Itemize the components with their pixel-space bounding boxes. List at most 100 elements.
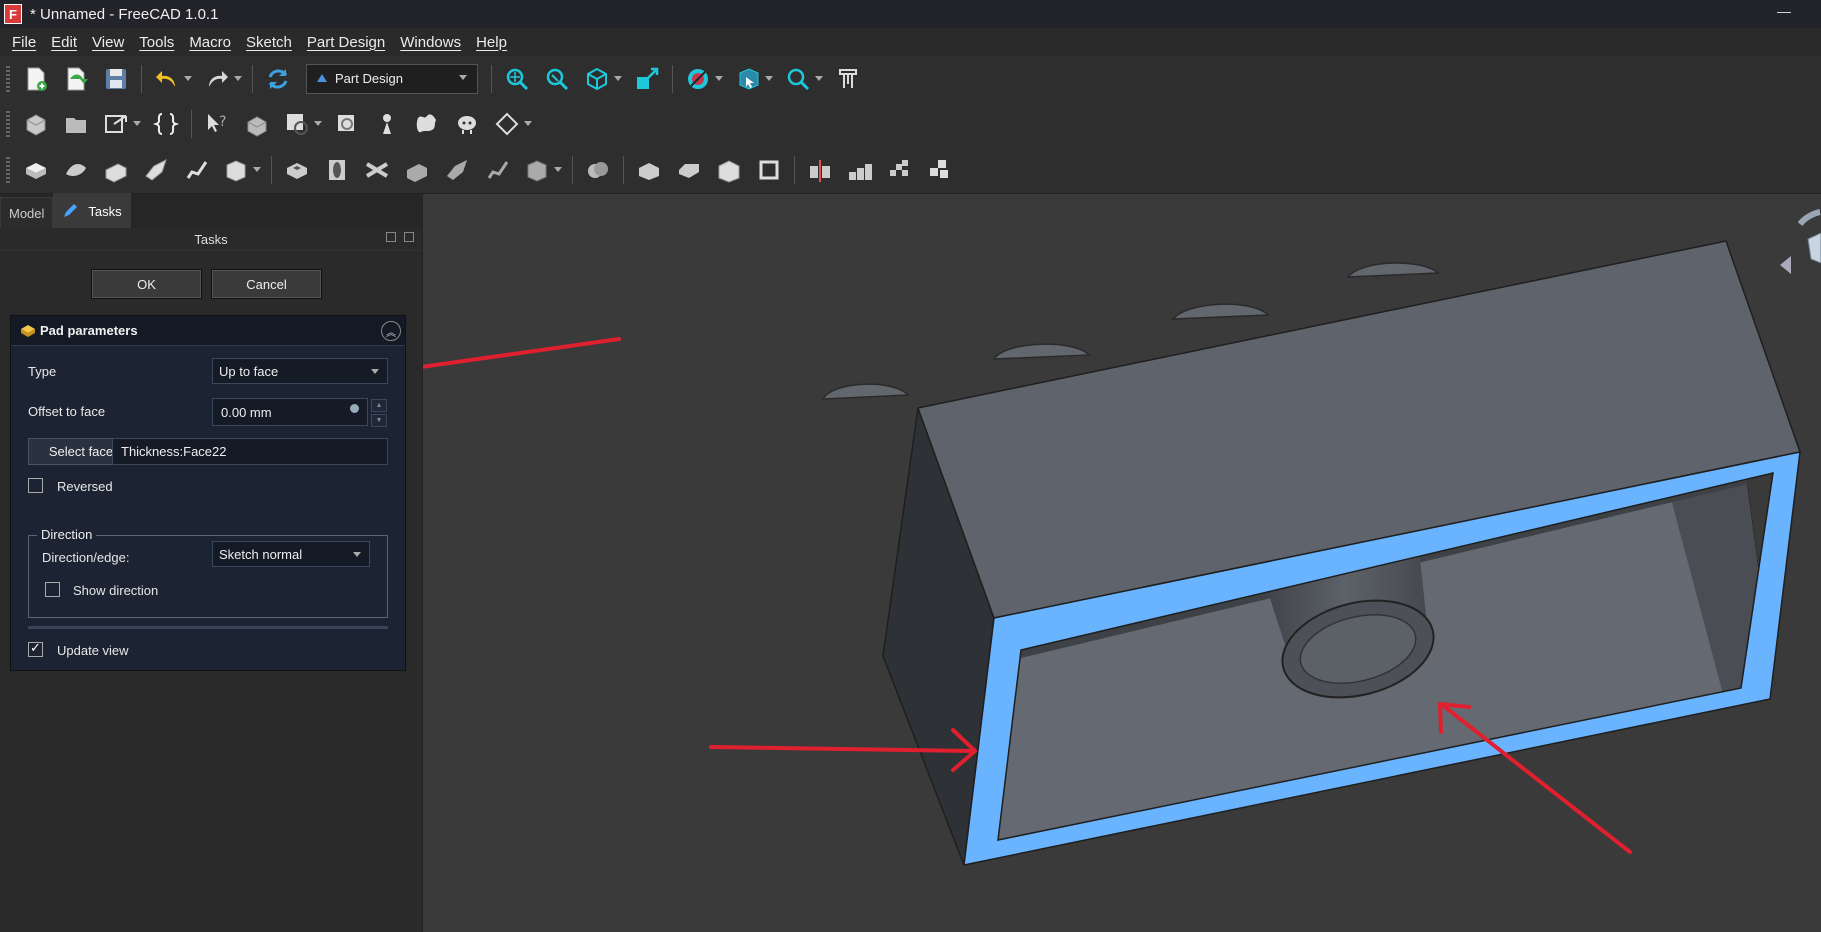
menu-view[interactable]: View [92, 34, 124, 51]
create-group-icon[interactable] [59, 107, 93, 141]
create-sketch-icon[interactable] [280, 107, 314, 141]
ok-button[interactable]: OK [91, 269, 202, 299]
fillet-icon[interactable] [632, 153, 666, 187]
tab-model[interactable]: Model [0, 197, 54, 228]
menu-part-design[interactable]: Part Design [307, 34, 385, 51]
menu-help[interactable]: Help [476, 34, 507, 51]
direction-edge-label: Direction/edge: [42, 550, 130, 565]
direction-select[interactable]: Sketch normal [212, 541, 370, 567]
pad-icon[interactable] [19, 153, 53, 187]
zoom-dropdown-arrow-icon[interactable] [814, 64, 824, 94]
minimize-button[interactable]: — [1777, 4, 1791, 20]
update-view-checkbox[interactable] [28, 640, 43, 657]
draw-style-dropdown-arrow-icon[interactable] [714, 64, 724, 94]
measure-view-icon[interactable] [630, 62, 664, 96]
tab-tasks[interactable]: Tasks [53, 193, 131, 228]
expression-icon[interactable] [350, 404, 359, 413]
selection-dropdown-arrow-icon[interactable] [764, 64, 774, 94]
view-dropdown-arrow-icon[interactable] [613, 64, 623, 94]
float-icon[interactable] [404, 232, 414, 242]
toolbar-grip[interactable] [6, 157, 10, 183]
spin-down-icon[interactable]: ▼ [371, 414, 387, 427]
show-direction-checkbox[interactable] [45, 582, 60, 597]
undo-icon[interactable] [150, 62, 184, 96]
cancel-button[interactable]: Cancel [211, 269, 322, 299]
sub-shape-binder-icon[interactable] [450, 107, 484, 141]
polar-pattern-icon[interactable] [883, 153, 917, 187]
measure-icon[interactable] [831, 62, 865, 96]
toolbar-grip[interactable] [6, 65, 10, 92]
additive-loft-icon[interactable] [99, 153, 133, 187]
menu-edit[interactable]: Edit [51, 34, 77, 51]
pencil-icon [64, 204, 78, 217]
fit-all-icon[interactable] [500, 62, 534, 96]
additive-primitive-dropdown-arrow-icon[interactable] [252, 155, 262, 185]
part-design-icon [317, 73, 327, 82]
collapse-icon[interactable]: ︽ [381, 321, 401, 341]
3d-viewport[interactable] [423, 194, 1821, 932]
save-icon[interactable] [99, 62, 133, 96]
zoom-icon[interactable] [781, 62, 815, 96]
face-reference-field[interactable]: Thickness:Face22 [112, 438, 388, 465]
selection-filter-icon[interactable] [731, 62, 765, 96]
toolbar-grip[interactable] [6, 111, 10, 137]
chamfer-icon[interactable] [672, 153, 706, 187]
redo-dropdown-arrow-icon[interactable] [233, 64, 243, 94]
dock-icon[interactable] [386, 232, 396, 242]
subtractive-primitive-icon[interactable] [520, 153, 554, 187]
menu-macro[interactable]: Macro [189, 34, 231, 51]
subtractive-helix-icon[interactable] [480, 153, 514, 187]
draft-icon[interactable] [712, 153, 746, 187]
undo-dropdown-arrow-icon[interactable] [183, 64, 193, 94]
groove-icon[interactable] [360, 153, 394, 187]
draw-style-icon[interactable] [681, 62, 715, 96]
toolbar-structure: ? [0, 101, 1821, 148]
sketch-dropdown-arrow-icon[interactable] [313, 109, 323, 139]
new-document-icon[interactable] [19, 62, 53, 96]
subtractive-primitive-dropdown-arrow-icon[interactable] [553, 155, 563, 185]
reversed-checkbox[interactable] [28, 478, 43, 493]
link-dropdown-arrow-icon[interactable] [132, 109, 142, 139]
pocket-icon[interactable] [280, 153, 314, 187]
menu-file[interactable]: File [12, 34, 36, 51]
open-document-icon[interactable] [59, 62, 93, 96]
hole-icon[interactable] [320, 153, 354, 187]
navigation-cube-left-arrow-icon[interactable] [1780, 256, 1791, 274]
body-icon[interactable] [240, 107, 274, 141]
datum-point-icon[interactable] [370, 107, 404, 141]
menu-sketch[interactable]: Sketch [246, 34, 292, 51]
fit-selection-icon[interactable] [540, 62, 574, 96]
datum-plane-icon[interactable] [490, 107, 524, 141]
isometric-view-icon[interactable] [580, 62, 614, 96]
mirrored-icon[interactable] [803, 153, 837, 187]
thickness-icon[interactable] [752, 153, 786, 187]
stud [992, 343, 1091, 360]
subtractive-pipe-icon[interactable] [440, 153, 474, 187]
shape-binder-icon[interactable] [410, 107, 444, 141]
type-select[interactable]: Up to face [212, 358, 388, 384]
multi-transform-icon[interactable] [923, 153, 957, 187]
revolution-icon[interactable] [59, 153, 93, 187]
validate-sketch-icon[interactable] [330, 107, 364, 141]
whats-this-icon[interactable]: ? [200, 107, 234, 141]
datum-dropdown-arrow-icon[interactable] [523, 109, 533, 139]
tab-tasks-label: Tasks [88, 203, 122, 219]
boolean-icon[interactable] [581, 153, 615, 187]
additive-primitive-icon[interactable] [219, 153, 253, 187]
variable-set-icon[interactable] [149, 107, 183, 141]
link-icon[interactable] [99, 107, 133, 141]
menu-windows[interactable]: Windows [400, 34, 461, 51]
reversed-row: Reversed [11, 477, 405, 497]
additive-helix-icon[interactable] [179, 153, 213, 187]
menu-bar: File Edit View Tools Macro Sketch Part D… [0, 28, 1821, 56]
menu-tools[interactable]: Tools [139, 34, 174, 51]
spin-up-icon[interactable]: ▲ [371, 399, 387, 412]
workbench-selector[interactable]: Part Design [306, 63, 478, 94]
offset-input[interactable]: 0.00 mm ▲ ▼ [212, 398, 387, 427]
redo-icon[interactable] [200, 62, 234, 96]
refresh-icon[interactable] [261, 62, 295, 96]
subtractive-loft-icon[interactable] [400, 153, 434, 187]
linear-pattern-icon[interactable] [843, 153, 877, 187]
additive-pipe-icon[interactable] [139, 153, 173, 187]
create-part-icon[interactable] [19, 107, 53, 141]
